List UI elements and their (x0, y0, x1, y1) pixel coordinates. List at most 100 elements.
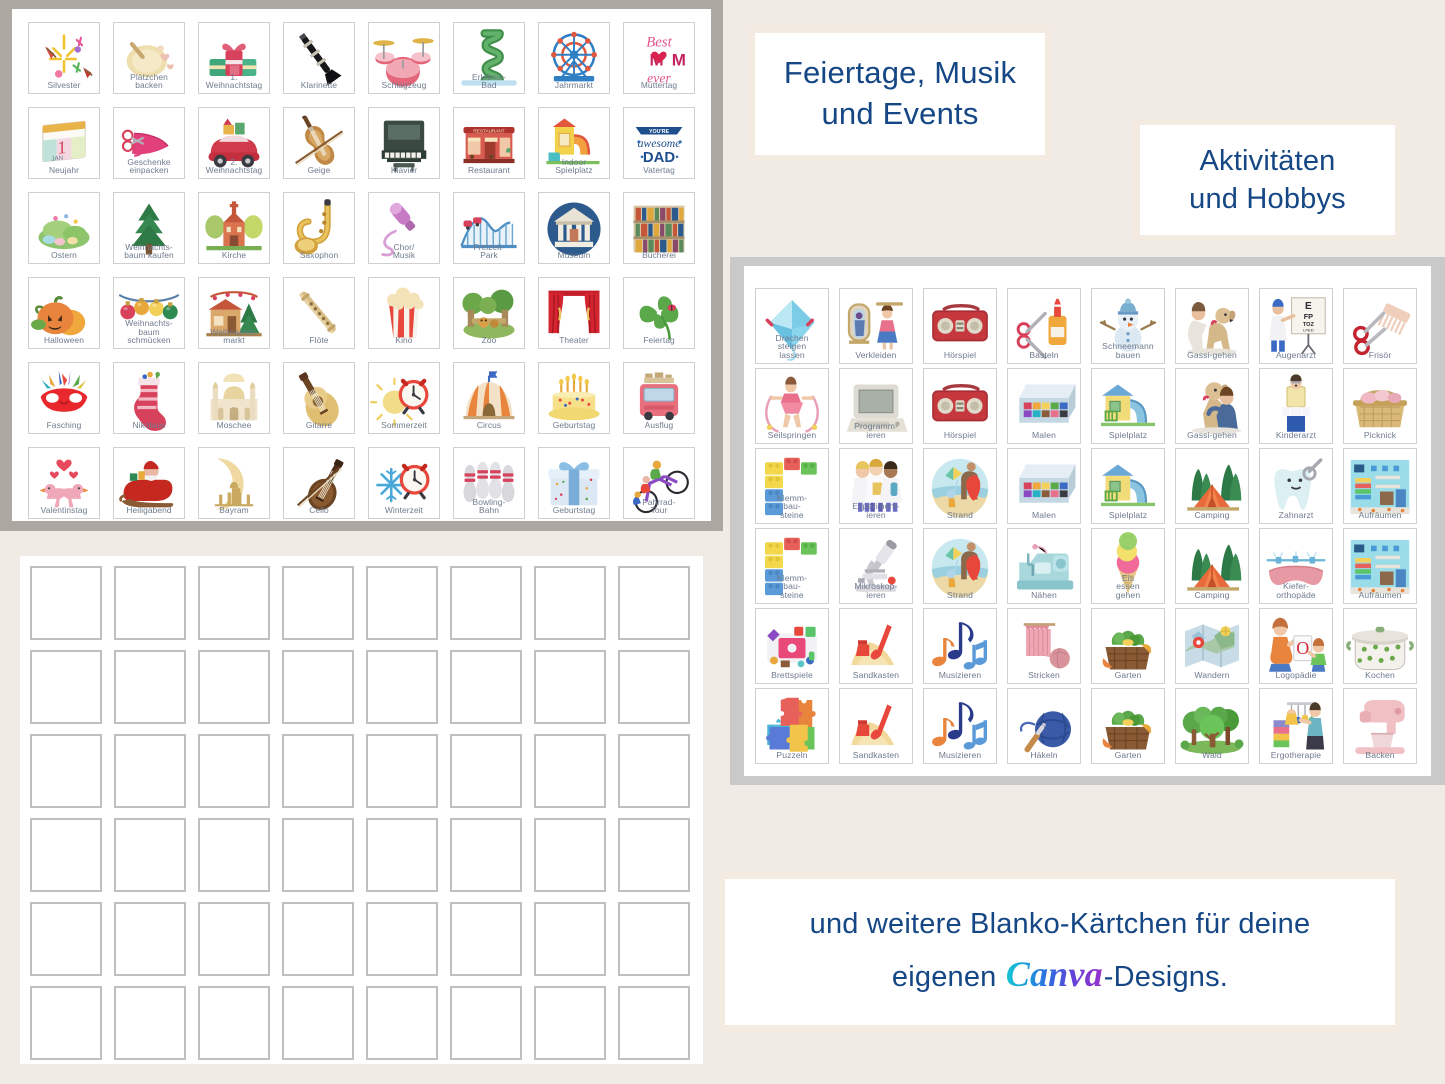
blank-card[interactable] (534, 902, 606, 976)
card[interactable]: Bayram (198, 447, 270, 519)
blank-card[interactable] (198, 902, 270, 976)
card[interactable]: Fasching (28, 362, 100, 434)
card[interactable]: Seilspringen (755, 368, 829, 444)
blank-card[interactable] (30, 818, 102, 892)
card[interactable]: 1. Weihnachtstag (198, 22, 270, 94)
blank-card[interactable] (618, 734, 690, 808)
blank-card[interactable] (450, 818, 522, 892)
blank-card[interactable] (282, 566, 354, 640)
blank-card[interactable] (450, 650, 522, 724)
card[interactable]: Klavier (368, 107, 440, 179)
card[interactable]: Museum (538, 192, 610, 264)
card[interactable]: Schneemann bauen (1091, 288, 1165, 364)
card[interactable]: Aufräumen (1343, 528, 1417, 604)
card[interactable]: Musizieren (923, 688, 997, 764)
card[interactable]: Gassi-gehen (1175, 288, 1249, 364)
blank-card[interactable] (282, 734, 354, 808)
blank-card[interactable] (114, 566, 186, 640)
card[interactable]: Kirche (198, 192, 270, 264)
card[interactable]: Feiertag (623, 277, 695, 349)
blank-card[interactable] (30, 650, 102, 724)
card[interactable]: Hörspiel (923, 288, 997, 364)
blank-card[interactable] (198, 986, 270, 1060)
blank-card[interactable] (114, 650, 186, 724)
card[interactable]: Basteln (1007, 288, 1081, 364)
card[interactable]: Chor/Musik (368, 192, 440, 264)
blank-card[interactable] (114, 986, 186, 1060)
blank-card[interactable] (198, 818, 270, 892)
blank-card[interactable] (198, 566, 270, 640)
card[interactable]: Puzzeln (755, 688, 829, 764)
card[interactable]: Schlagzeug (368, 22, 440, 94)
blank-card[interactable] (534, 818, 606, 892)
blank-card[interactable] (618, 902, 690, 976)
card[interactable]: Fahrrad- Tour (623, 447, 695, 519)
card[interactable]: Stricken (1007, 608, 1081, 684)
card[interactable]: Mikroskop-ieren (839, 528, 913, 604)
card[interactable]: Moschee (198, 362, 270, 434)
card[interactable]: Kino (368, 277, 440, 349)
card[interactable]: Strand (923, 528, 997, 604)
card[interactable]: Best M Mever Muttertag (623, 22, 695, 94)
blank-card[interactable] (282, 818, 354, 892)
blank-card[interactable] (618, 818, 690, 892)
blank-card[interactable] (30, 986, 102, 1060)
card[interactable]: Erlebnis- Bad (453, 22, 525, 94)
card[interactable]: E FP TOZ LPED Augenarzt (1259, 288, 1333, 364)
card[interactable]: Drachen steigen lassen (755, 288, 829, 364)
card[interactable]: Circus (453, 362, 525, 434)
card[interactable]: Garten (1091, 688, 1165, 764)
blank-card[interactable] (366, 734, 438, 808)
blank-card[interactable] (114, 734, 186, 808)
card[interactable]: Silvester (28, 22, 100, 94)
blank-card[interactable] (366, 566, 438, 640)
card[interactable]: Halloween (28, 277, 100, 349)
card[interactable]: Ausflug (623, 362, 695, 434)
blank-card[interactable] (450, 566, 522, 640)
card[interactable]: Programm-ieren (839, 368, 913, 444)
card[interactable]: Kinderarzt (1259, 368, 1333, 444)
card[interactable]: Frisör (1343, 288, 1417, 364)
card[interactable]: Geburtstag (538, 447, 610, 519)
card[interactable]: Spielplatz (1091, 368, 1165, 444)
card[interactable]: Aufräumen (1343, 448, 1417, 524)
card[interactable]: Gassi-gehen (1175, 368, 1249, 444)
card[interactable]: Theater (538, 277, 610, 349)
card[interactable]: Gitarre (283, 362, 355, 434)
blank-card[interactable] (366, 986, 438, 1060)
blank-card[interactable] (282, 650, 354, 724)
blank-card[interactable] (450, 902, 522, 976)
card[interactable]: Experiment-ieren (839, 448, 913, 524)
blank-card[interactable] (30, 734, 102, 808)
blank-card[interactable] (198, 650, 270, 724)
card[interactable]: Winterzeit (368, 447, 440, 519)
blank-card[interactable] (450, 734, 522, 808)
card[interactable]: 2. Weihnachtstag (198, 107, 270, 179)
card[interactable]: Geige (283, 107, 355, 179)
card[interactable]: O Logopädie (1259, 608, 1333, 684)
card[interactable]: Camping (1175, 528, 1249, 604)
card[interactable]: Zoo (453, 277, 525, 349)
card[interactable]: Sandkasten (839, 608, 913, 684)
card[interactable]: Sandkasten (839, 688, 913, 764)
blank-card[interactable] (618, 566, 690, 640)
card[interactable]: Wandern (1175, 608, 1249, 684)
card[interactable]: RESTAURANT Restaurant (453, 107, 525, 179)
card[interactable]: Weihnachts-baum schmücken (113, 277, 185, 349)
card[interactable]: Kochen (1343, 608, 1417, 684)
card[interactable]: Sommerzeit (368, 362, 440, 434)
card[interactable]: 1 JAN Neujahr (28, 107, 100, 179)
card[interactable]: Musizieren (923, 608, 997, 684)
card[interactable]: Geburtstag (538, 362, 610, 434)
blank-card[interactable] (282, 902, 354, 976)
card[interactable]: Klemm-bau-steine (755, 448, 829, 524)
blank-card[interactable] (618, 650, 690, 724)
blank-card[interactable] (114, 902, 186, 976)
card[interactable]: Saxophon (283, 192, 355, 264)
card[interactable]: Freizeit- Park (453, 192, 525, 264)
card[interactable]: Backen (1343, 688, 1417, 764)
card[interactable]: Verkleiden (839, 288, 913, 364)
card[interactable]: Hörspiel (923, 368, 997, 444)
card[interactable]: Klemm-bau-steine (755, 528, 829, 604)
card[interactable]: Wald (1175, 688, 1249, 764)
